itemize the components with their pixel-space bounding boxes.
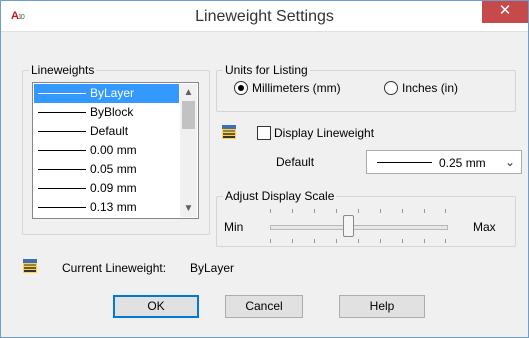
list-scrollbar[interactable]: ▲ ▼	[180, 84, 197, 217]
lineweight-icon	[23, 259, 37, 273]
chevron-down-icon: ⌄	[504, 155, 515, 169]
default-lineweight-dropdown[interactable]: 0.25 mm ⌄	[366, 150, 522, 174]
list-item[interactable]: 0.05 mm	[34, 160, 179, 179]
default-lineweight-value: 0.25 mm	[439, 156, 486, 170]
list-item[interactable]: ByBlock	[34, 103, 179, 122]
display-scale-legend: Adjust Display Scale	[225, 189, 335, 203]
title-bar[interactable]: A10 Lineweight Settings ✕	[1, 1, 528, 32]
scale-slider-thumb[interactable]	[343, 215, 354, 237]
display-lineweight-checkbox[interactable]	[257, 126, 271, 140]
inches-radio[interactable]	[384, 81, 398, 95]
line-sample	[38, 112, 86, 113]
current-lineweight-label: Current Lineweight:	[62, 261, 167, 275]
scroll-thumb[interactable]	[182, 101, 195, 129]
list-item[interactable]: Default	[34, 122, 179, 141]
current-lineweight-value: ByLayer	[190, 261, 235, 275]
scroll-down-icon[interactable]: ▼	[180, 200, 197, 217]
dialog-title: Lineweight Settings	[195, 8, 334, 25]
line-sample	[377, 162, 432, 163]
lineweight-settings-dialog: A10 Lineweight Settings ✕ Lineweights By…	[0, 0, 529, 338]
default-lineweight-label: Default	[276, 155, 315, 169]
help-button[interactable]: Help	[339, 295, 425, 318]
scale-max-label: Max	[473, 220, 496, 234]
units-legend: Units for Listing	[225, 63, 308, 77]
radio-selected-dot	[238, 85, 244, 91]
line-sample	[38, 150, 86, 151]
slider-ticks-bottom	[270, 239, 446, 243]
line-sample	[38, 93, 86, 94]
millimeters-label[interactable]: Millimeters (mm)	[252, 81, 341, 95]
cancel-button[interactable]: Cancel	[225, 295, 303, 318]
line-sample	[38, 169, 86, 170]
lineweights-list[interactable]: ByLayer ByBlock Default 0.00 mm 0.05 mm …	[32, 82, 199, 219]
slider-ticks-top	[270, 209, 446, 213]
list-item[interactable]: ByLayer	[34, 84, 179, 103]
millimeters-radio[interactable]	[234, 81, 248, 95]
lineweight-icon	[222, 125, 236, 139]
line-sample	[38, 131, 86, 132]
list-item[interactable]: 0.00 mm	[34, 141, 179, 160]
lineweights-legend: Lineweights	[31, 63, 95, 77]
scale-min-label: Min	[224, 220, 244, 234]
scroll-up-icon[interactable]: ▲	[180, 84, 197, 101]
inches-label[interactable]: Inches (in)	[402, 81, 458, 95]
line-sample	[38, 188, 86, 189]
display-lineweight-label[interactable]: Display Lineweight	[274, 126, 374, 140]
list-item[interactable]: 0.13 mm	[34, 198, 179, 217]
list-item[interactable]: 0.09 mm	[34, 179, 179, 198]
scale-slider-track[interactable]	[270, 225, 448, 230]
close-icon: ✕	[498, 2, 512, 19]
ok-button[interactable]: OK	[113, 295, 199, 318]
close-button[interactable]: ✕	[482, 1, 528, 23]
line-sample	[38, 207, 86, 208]
